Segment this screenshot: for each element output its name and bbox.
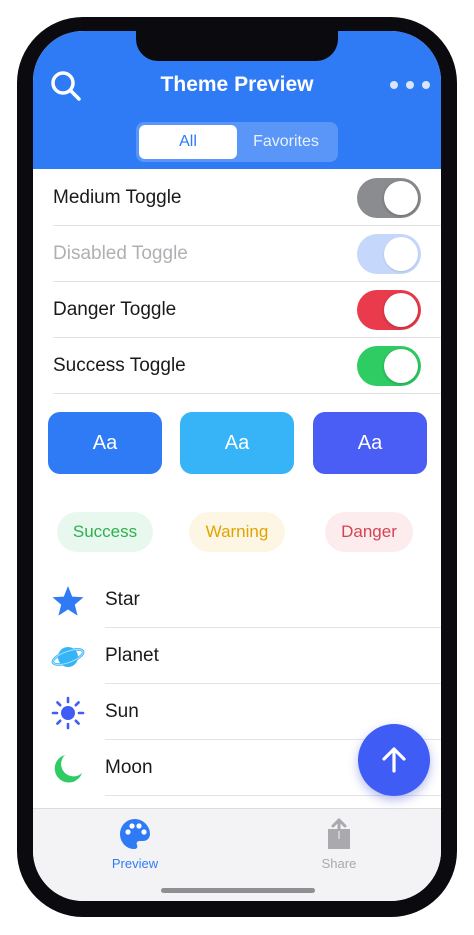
toggle-row-success: Success Toggle <box>53 338 441 394</box>
more-dot-icon <box>422 81 430 89</box>
list-item-label: Star <box>105 572 441 628</box>
toggle-label: Disabled Toggle <box>53 242 188 264</box>
page-title: Theme Preview <box>160 73 314 96</box>
scroll-to-top-button[interactable] <box>358 724 430 796</box>
medium-toggle-switch[interactable] <box>357 177 421 218</box>
danger-toggle-switch[interactable] <box>357 289 421 330</box>
toggle-label: Danger Toggle <box>53 298 177 320</box>
app-screen: Theme Preview All Favorites Medium Toggl… <box>33 31 441 901</box>
segmented-control: All Favorites <box>136 122 338 162</box>
more-dot-icon <box>390 81 398 89</box>
style-button-tertiary[interactable]: Aa <box>313 412 427 474</box>
tab-label: Share <box>321 856 357 871</box>
palette-icon <box>120 819 150 849</box>
toggle-row-medium: Medium Toggle <box>53 170 441 226</box>
toggle-label: Medium Toggle <box>53 186 182 208</box>
toggle-row-danger: Danger Toggle <box>53 282 441 338</box>
success-badge: Success <box>57 512 153 552</box>
star-icon <box>52 586 84 616</box>
style-button-secondary[interactable]: Aa <box>180 412 294 474</box>
toggle-row-disabled: Disabled Toggle <box>53 226 441 282</box>
planet-icon <box>51 647 85 667</box>
list-item-star[interactable]: Star <box>33 572 441 628</box>
segment-all[interactable]: All <box>139 125 237 159</box>
success-toggle-switch[interactable] <box>357 345 421 386</box>
danger-badge: Danger <box>325 512 413 552</box>
tab-share[interactable]: Share <box>289 817 389 877</box>
share-icon <box>328 818 350 849</box>
moon-icon <box>54 755 82 783</box>
arrow-up-icon <box>382 747 406 773</box>
tab-preview[interactable]: Preview <box>85 817 185 877</box>
toggle-label: Success Toggle <box>53 354 186 376</box>
sun-icon <box>51 696 85 730</box>
style-button-primary[interactable]: Aa <box>48 412 162 474</box>
tab-label: Preview <box>111 856 159 871</box>
segment-favorites[interactable]: Favorites <box>237 125 335 159</box>
list-item-label: Planet <box>105 628 441 684</box>
disabled-toggle-switch <box>357 233 421 274</box>
warning-badge: Warning <box>189 512 285 552</box>
list-item-planet[interactable]: Planet <box>33 628 441 684</box>
more-options-button[interactable] <box>390 74 430 96</box>
tab-bar: Preview Share <box>33 808 441 901</box>
device-notch <box>136 31 338 61</box>
home-indicator[interactable] <box>161 888 315 893</box>
more-dot-icon <box>406 81 414 89</box>
